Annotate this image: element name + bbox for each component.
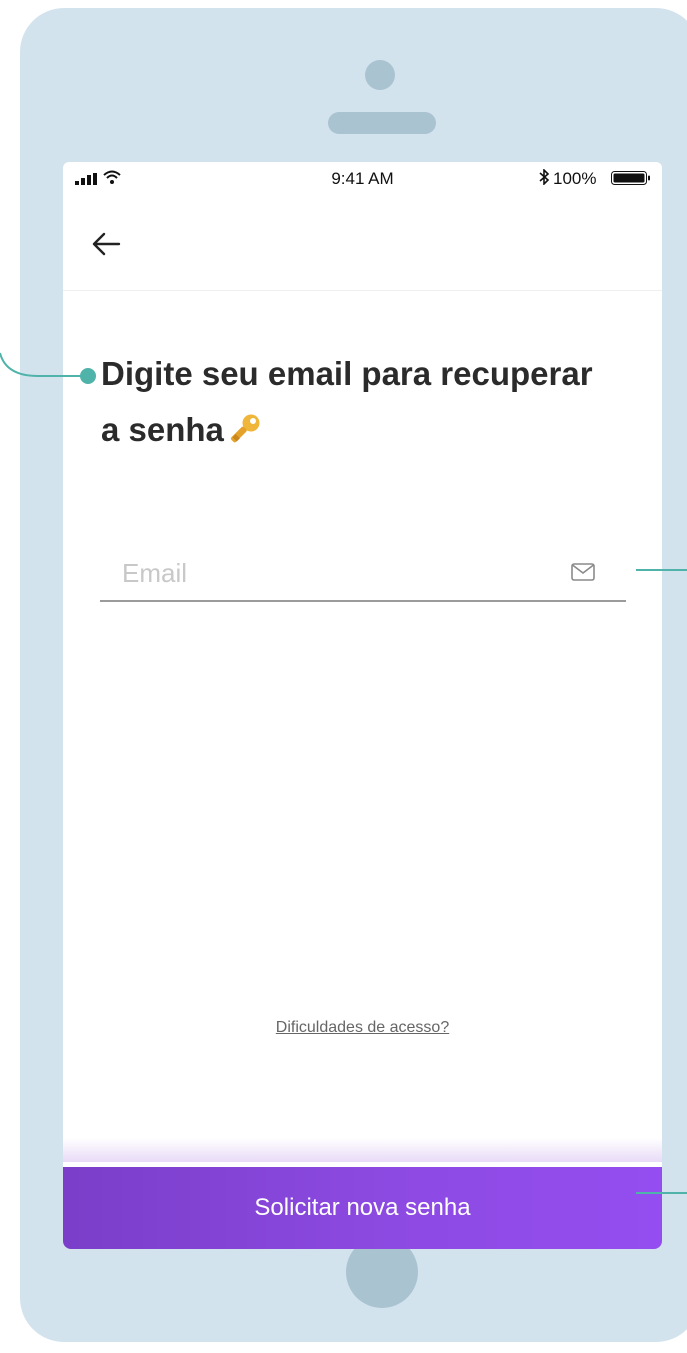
mail-icon (571, 563, 595, 581)
title-text: Digite seu email para recuperar a senha (101, 355, 593, 448)
arrow-left-icon (92, 232, 121, 256)
battery-icon (611, 171, 650, 185)
battery-percentage: 100% (553, 169, 597, 188)
request-new-password-button[interactable]: Solicitar nova senha (63, 1167, 662, 1249)
device-speaker (328, 112, 436, 134)
email-input[interactable] (122, 556, 542, 590)
help-link[interactable]: Dificuldades de acesso? (63, 1019, 662, 1037)
device-camera (365, 60, 395, 90)
page-title: Digite seu email para recuperar a senha (101, 346, 601, 458)
email-field[interactable] (100, 542, 626, 602)
key-icon (230, 414, 260, 443)
back-button[interactable] (87, 224, 135, 264)
button-shadow (63, 1138, 662, 1162)
status-bar: 9:41 AM 100% (63, 162, 662, 194)
app-screen: 9:41 AM 100% Digite seu email para recup… (63, 162, 662, 1174)
navigation-bar (63, 194, 662, 291)
bluetooth-icon (539, 169, 550, 185)
